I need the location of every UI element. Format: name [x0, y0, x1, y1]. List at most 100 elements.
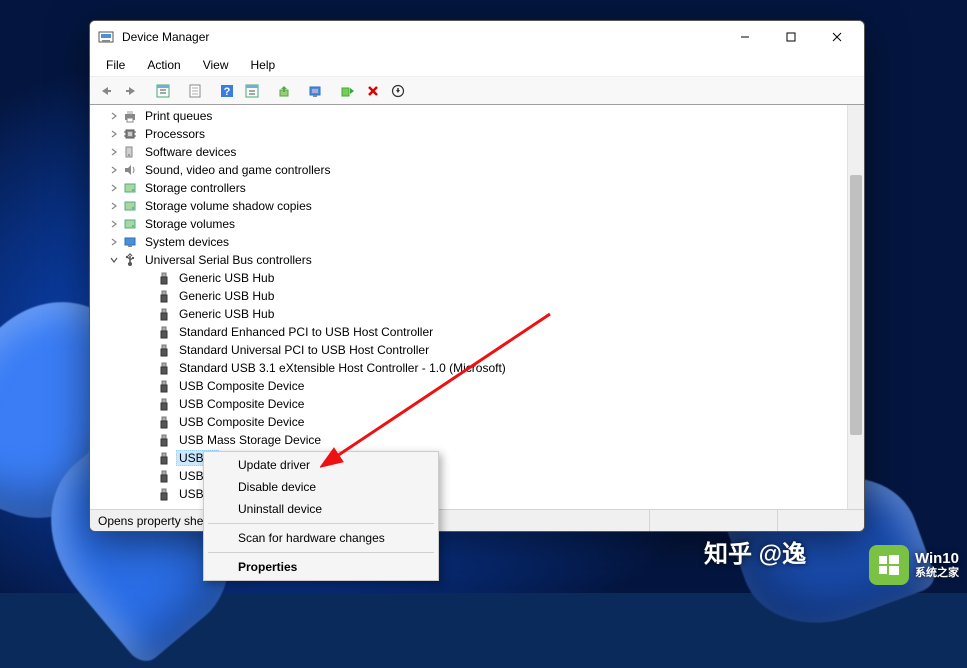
chevron-right-icon[interactable] — [108, 218, 120, 230]
tree-node-label: Storage volume shadow copies — [142, 198, 315, 214]
sound-icon — [122, 162, 138, 178]
tree-node-child[interactable]: USB Mass Storage Device — [90, 431, 864, 449]
tree-node-collapsed[interactable]: Storage controllers — [90, 179, 864, 197]
chevron-right-icon[interactable] — [108, 110, 120, 122]
vertical-scrollbar[interactable] — [847, 105, 864, 509]
minimize-button[interactable] — [722, 21, 768, 53]
tree-spacer — [142, 272, 154, 284]
help-button[interactable]: ? — [215, 80, 239, 102]
scrollbar-thumb[interactable] — [850, 175, 862, 435]
usb-device-icon — [156, 270, 172, 286]
ctx-scan-hardware[interactable]: Scan for hardware changes — [206, 527, 436, 549]
storage-icon — [122, 216, 138, 232]
chevron-right-icon[interactable] — [108, 182, 120, 194]
toolbar: ? — [90, 77, 864, 105]
tree-node-label: Standard Enhanced PCI to USB Host Contro… — [176, 324, 436, 340]
ctx-properties[interactable]: Properties — [206, 556, 436, 578]
disable-device-button[interactable] — [386, 80, 410, 102]
tree-spacer — [142, 308, 154, 320]
tree-spacer — [142, 362, 154, 374]
tree-node-label: Generic USB Hub — [176, 270, 277, 286]
tree-node-label: System devices — [142, 234, 232, 250]
tree-node-label: Print queues — [142, 108, 215, 124]
tree-node-child[interactable]: Standard USB 3.1 eXtensible Host Control… — [90, 359, 864, 377]
ctx-uninstall-device[interactable]: Uninstall device — [206, 498, 436, 520]
tree-node-collapsed[interactable]: Sound, video and game controllers — [90, 161, 864, 179]
chevron-down-icon[interactable] — [108, 254, 120, 266]
window-title: Device Manager — [122, 30, 209, 44]
tree-spacer — [142, 380, 154, 392]
chevron-right-icon[interactable] — [108, 164, 120, 176]
uninstall-device-button[interactable] — [361, 80, 385, 102]
watermark-zhihu: 知乎 @逸 — [704, 534, 806, 569]
tree-node-collapsed[interactable]: Processors — [90, 125, 864, 143]
tree-node-collapsed[interactable]: Storage volume shadow copies — [90, 197, 864, 215]
usb-icon — [122, 252, 138, 268]
tree-spacer — [142, 452, 154, 464]
tree-node-label: Generic USB Hub — [176, 306, 277, 322]
usb-device-icon — [156, 414, 172, 430]
tree-node-label: USB Mass Storage Device — [176, 432, 324, 448]
storage-icon — [122, 198, 138, 214]
chevron-right-icon[interactable] — [108, 146, 120, 158]
tree-node-collapsed[interactable]: Storage volumes — [90, 215, 864, 233]
menu-action[interactable]: Action — [137, 56, 190, 74]
enable-device-button[interactable] — [336, 80, 360, 102]
tree-node-child[interactable]: USB Composite Device — [90, 395, 864, 413]
ctx-update-driver[interactable]: Update driver — [206, 454, 436, 476]
chevron-right-icon[interactable] — [108, 236, 120, 248]
tree-node-child[interactable]: USB Composite Device — [90, 377, 864, 395]
tree-node-label: Standard USB 3.1 eXtensible Host Control… — [176, 360, 509, 376]
tree-node-collapsed[interactable]: Print queues — [90, 107, 864, 125]
tree-spacer — [142, 488, 154, 500]
forward-button[interactable] — [119, 80, 143, 102]
chevron-right-icon[interactable] — [108, 128, 120, 140]
menu-file[interactable]: File — [96, 56, 135, 74]
back-button[interactable] — [94, 80, 118, 102]
tree-node-label: Software devices — [142, 144, 239, 160]
usb-device-icon — [156, 486, 172, 502]
device-tree[interactable]: Print queues Processors Software devices… — [90, 105, 864, 509]
tree-spacer — [142, 416, 154, 428]
usb-device-icon — [156, 342, 172, 358]
tree-node-child[interactable]: Generic USB Hub — [90, 305, 864, 323]
tree-node-child[interactable]: Standard Universal PCI to USB Host Contr… — [90, 341, 864, 359]
usb-device-icon — [156, 450, 172, 466]
usb-device-icon — [156, 378, 172, 394]
menu-help[interactable]: Help — [241, 56, 286, 74]
ctx-separator — [208, 523, 434, 524]
usb-device-icon — [156, 324, 172, 340]
ctx-separator — [208, 552, 434, 553]
usb-device-icon — [156, 396, 172, 412]
chevron-right-icon[interactable] — [108, 200, 120, 212]
tree-node-child[interactable]: Generic USB Hub — [90, 287, 864, 305]
ctx-disable-device[interactable]: Disable device — [206, 476, 436, 498]
menu-view[interactable]: View — [193, 56, 239, 74]
titlebar[interactable]: Device Manager — [90, 21, 864, 53]
maximize-button[interactable] — [768, 21, 814, 53]
tree-node-label: Storage controllers — [142, 180, 249, 196]
close-button[interactable] — [814, 21, 860, 53]
watermark-line2: 系统之家 — [915, 567, 959, 579]
tree-spacer — [142, 470, 154, 482]
tree-node-child[interactable]: Standard Enhanced PCI to USB Host Contro… — [90, 323, 864, 341]
tree-node-child[interactable]: Generic USB Hub — [90, 269, 864, 287]
tree-node-label: Sound, video and game controllers — [142, 162, 333, 178]
tree-spacer — [142, 398, 154, 410]
show-hide-tree-button[interactable] — [151, 80, 175, 102]
action-button[interactable] — [240, 80, 264, 102]
update-driver-button[interactable] — [272, 80, 296, 102]
usb-device-icon — [156, 288, 172, 304]
status-cell — [420, 510, 650, 531]
tree-spacer — [142, 344, 154, 356]
tree-node-child[interactable]: USB Composite Device — [90, 413, 864, 431]
tree-node-expanded[interactable]: Universal Serial Bus controllers — [90, 251, 864, 269]
tree-node-collapsed[interactable]: System devices — [90, 233, 864, 251]
tree-node-label: Storage volumes — [142, 216, 238, 232]
tree-node-collapsed[interactable]: Software devices — [90, 143, 864, 161]
properties-button[interactable] — [183, 80, 207, 102]
tree-node-label: Processors — [142, 126, 208, 142]
watermark-win10: Win10 系统之家 — [869, 545, 959, 585]
scan-hardware-button[interactable] — [304, 80, 328, 102]
menubar: File Action View Help — [90, 53, 864, 77]
